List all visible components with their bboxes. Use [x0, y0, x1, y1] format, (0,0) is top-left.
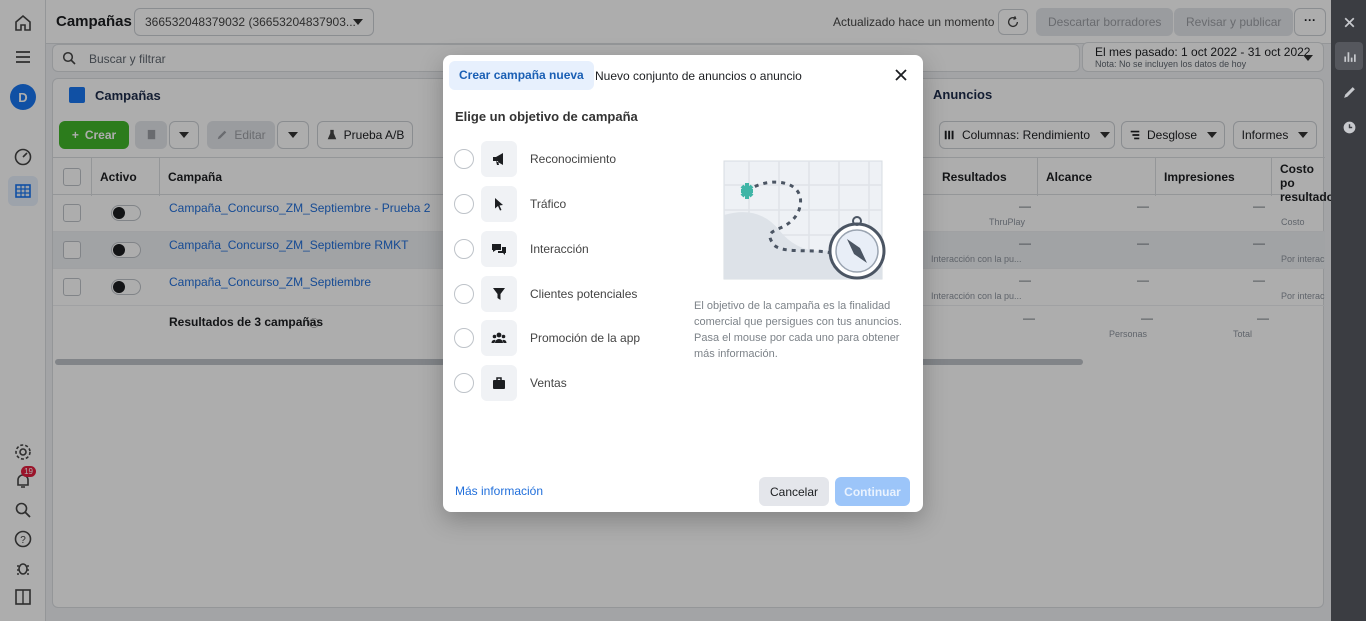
megaphone-icon: [481, 141, 517, 177]
tab-new-adset-or-ad[interactable]: Nuevo conjunto de anuncios o anuncio: [595, 69, 802, 83]
more-info-link[interactable]: Más información: [455, 484, 543, 498]
objective-radio[interactable]: [454, 373, 474, 393]
objective-label: Reconocimiento: [530, 152, 617, 166]
objective-label: Clientes potenciales: [530, 287, 638, 301]
people-icon: [481, 320, 517, 356]
objective-radio[interactable]: [454, 284, 474, 304]
create-campaign-modal: Crear campaña nueva Nuevo conjunto de an…: [443, 55, 923, 512]
objective-option-traffic[interactable]: Tráfico: [454, 186, 684, 222]
close-icon[interactable]: [893, 67, 909, 83]
chart-icon[interactable]: [1335, 42, 1363, 70]
objective-label: Interacción: [530, 242, 589, 256]
objective-label: Ventas: [530, 376, 567, 390]
objective-description: El objetivo de la campaña es la finalida…: [694, 300, 902, 360]
objective-label: Promoción de la app: [530, 331, 641, 345]
cursor-icon: [481, 186, 517, 222]
objective-option-engagement[interactable]: Interacción: [454, 231, 684, 267]
objective-label: Tráfico: [530, 197, 567, 211]
right-side-rail: [1331, 0, 1366, 621]
objective-option-sales[interactable]: Ventas: [454, 365, 684, 401]
history-clock-icon[interactable]: [1335, 113, 1363, 141]
funnel-icon: [481, 276, 517, 312]
close-panel-icon[interactable]: [1335, 8, 1363, 36]
objective-heading: Elige un objetivo de campaña: [455, 109, 638, 124]
objective-option-leads[interactable]: Clientes potenciales: [454, 276, 684, 312]
tab-create-new-campaign[interactable]: Crear campaña nueva: [449, 61, 594, 90]
objective-radio[interactable]: [454, 194, 474, 214]
map-compass-illustration: [723, 160, 886, 280]
briefcase-icon: [481, 365, 517, 401]
objective-option-awareness[interactable]: Reconocimiento: [454, 141, 684, 177]
objective-radio[interactable]: [454, 239, 474, 259]
edit-pencil-icon[interactable]: [1335, 78, 1363, 106]
continue-button[interactable]: Continuar: [835, 477, 910, 506]
objective-option-app-promotion[interactable]: Promoción de la app: [454, 320, 684, 356]
cancel-button[interactable]: Cancelar: [759, 477, 829, 506]
objective-radio[interactable]: [454, 149, 474, 169]
chat-icon: [481, 231, 517, 267]
objective-radio[interactable]: [454, 328, 474, 348]
